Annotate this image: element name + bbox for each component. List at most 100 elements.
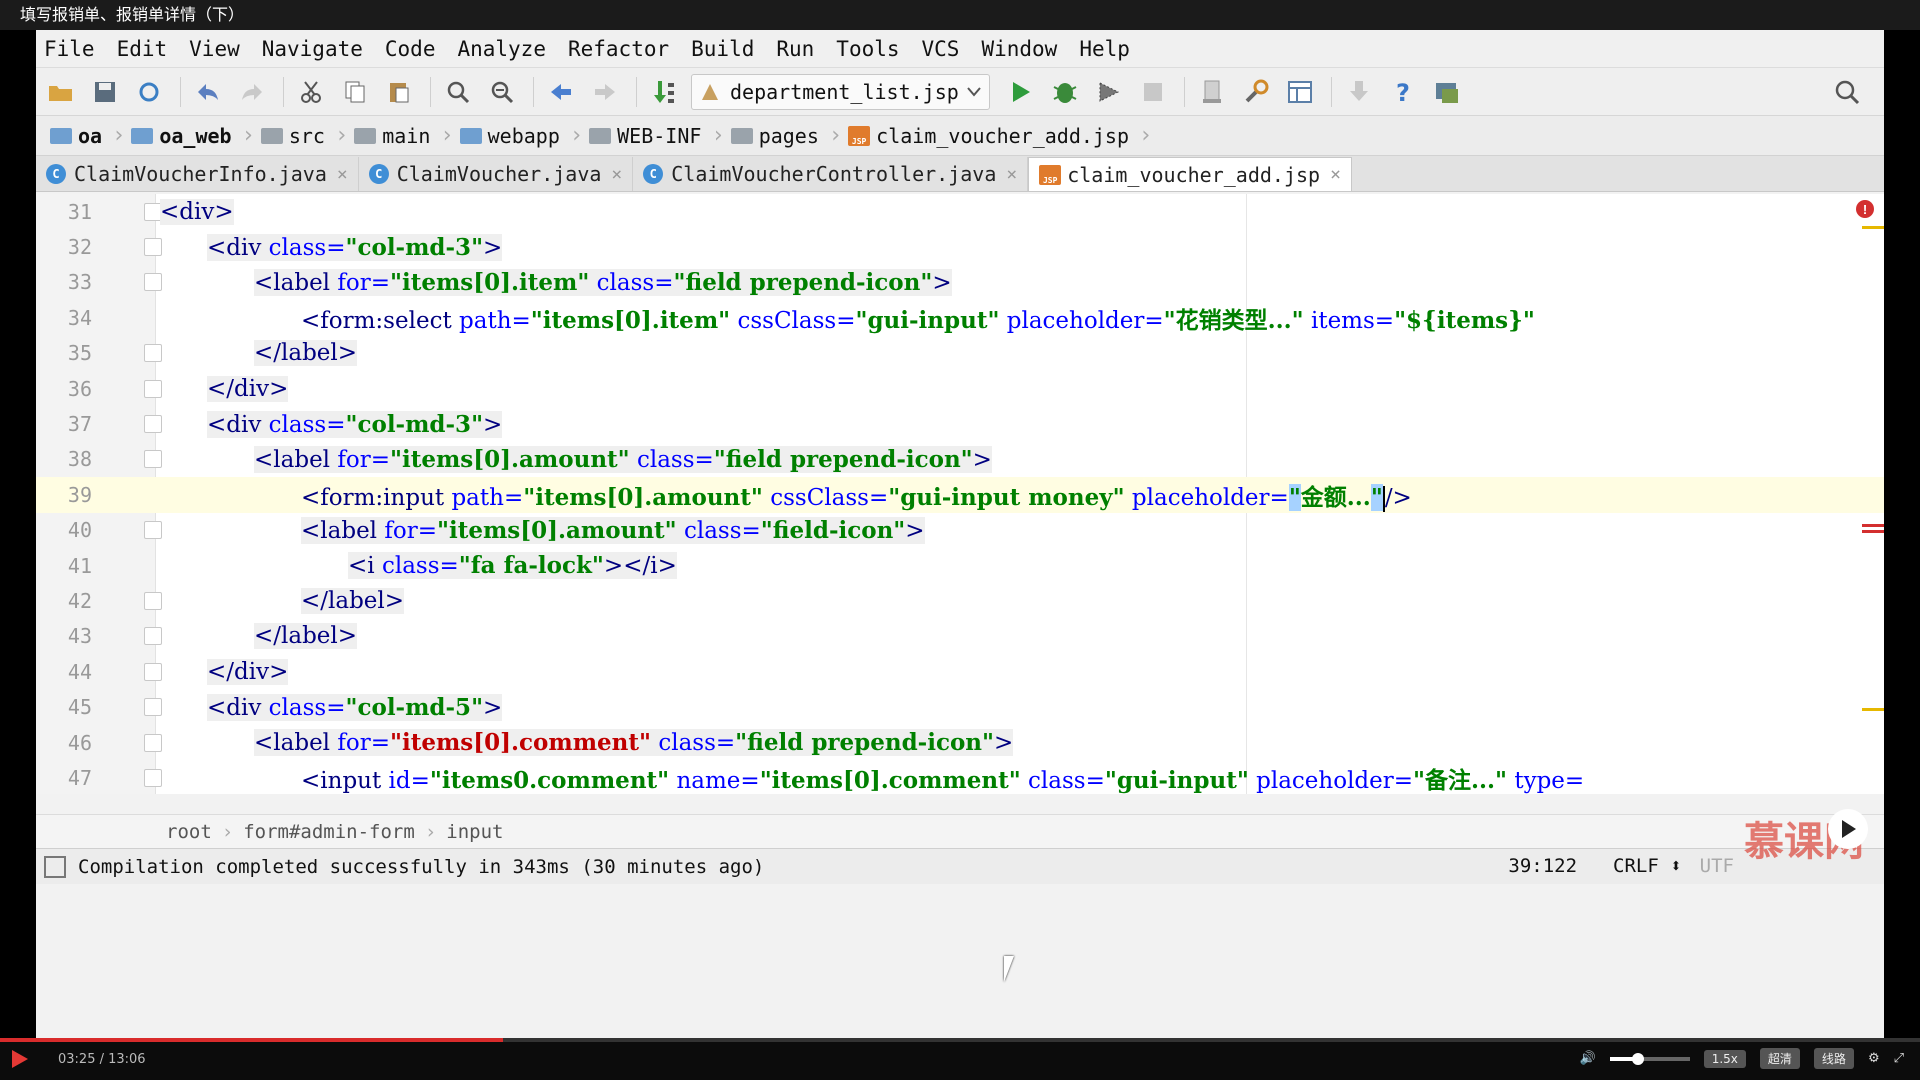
code-line[interactable]: 36 </div>	[36, 371, 1884, 406]
menu-run[interactable]: Run	[776, 37, 814, 61]
search-icon[interactable]	[1830, 75, 1864, 109]
menu-help[interactable]: Help	[1079, 37, 1130, 61]
code-line[interactable]: 35 </label>	[36, 336, 1884, 371]
code-line[interactable]: 33 <label for="items[0].item" class="fie…	[36, 265, 1884, 300]
forward-icon[interactable]	[588, 75, 622, 109]
stop-icon[interactable]	[1136, 75, 1170, 109]
menu-view[interactable]: View	[189, 37, 240, 61]
tool-windows-icon[interactable]	[44, 855, 66, 878]
status-message[interactable]: Compilation completed successfully in 34…	[78, 856, 764, 878]
tab-claimvoucherinfo[interactable]: C ClaimVoucherInfo.java ×	[36, 157, 359, 191]
code-line[interactable]: 34 <form:select path="items[0].item" css…	[36, 300, 1884, 335]
quality-button[interactable]: 超清	[1759, 1048, 1800, 1069]
menu-file[interactable]: File	[44, 37, 95, 61]
tab-claim-voucher-add[interactable]: JSP claim_voucher_add.jsp ×	[1028, 157, 1352, 191]
menu-refactor[interactable]: Refactor	[568, 37, 669, 61]
code-line[interactable]: 38 <label for="items[0].amount" class="f…	[36, 442, 1884, 477]
breadcrumb-webapp[interactable]: webapp ›	[459, 123, 583, 148]
menu-navigate[interactable]: Navigate	[262, 37, 363, 61]
breadcrumb-main[interactable]: main ›	[354, 123, 454, 148]
breadcrumb-web-inf[interactable]: WEB-INF ›	[589, 123, 725, 148]
code-line[interactable]: 40 <label for="items[0].amount" class="f…	[36, 513, 1884, 548]
code-line[interactable]: 41 <i class="fa fa-lock"></i>	[36, 548, 1884, 583]
code-line[interactable]: 45 <div class="col-md-5">	[36, 689, 1884, 724]
menu-vcs[interactable]: VCS	[922, 37, 960, 61]
speed-button[interactable]: 1.5x	[1703, 1049, 1746, 1068]
run-icon[interactable]	[1004, 75, 1038, 109]
attach-icon[interactable]	[1195, 75, 1229, 109]
find-icon[interactable]	[441, 75, 475, 109]
close-icon[interactable]: ×	[337, 164, 348, 185]
volume-slider[interactable]	[1609, 1052, 1690, 1065]
settings-icon[interactable]	[1239, 75, 1273, 109]
code-breadcrumb-item[interactable]: root	[166, 821, 212, 843]
redo-icon[interactable]	[235, 75, 269, 109]
fold-marker-icon[interactable]	[144, 662, 162, 681]
breadcrumb-pages[interactable]: pages ›	[730, 123, 842, 148]
breadcrumb-oa-web[interactable]: oa_web ›	[131, 123, 255, 148]
code-breadcrumb-item[interactable]: form#admin-form	[243, 821, 415, 843]
play-icon[interactable]	[12, 1050, 28, 1068]
help-icon[interactable]: ?	[1386, 75, 1420, 109]
fold-marker-icon[interactable]	[144, 733, 162, 752]
route-button[interactable]: 线路	[1813, 1048, 1854, 1069]
database-icon[interactable]	[1430, 75, 1464, 109]
make-icon[interactable]	[647, 75, 681, 109]
fold-marker-icon[interactable]	[144, 698, 162, 717]
fold-marker-icon[interactable]	[144, 344, 162, 363]
menu-tools[interactable]: Tools	[836, 37, 899, 61]
settings-icon[interactable]: ⚙	[1868, 1051, 1880, 1066]
fold-marker-icon[interactable]	[144, 591, 162, 610]
paste-icon[interactable]	[382, 75, 416, 109]
code-line[interactable]: 43 </label>	[36, 619, 1884, 654]
current-code-line[interactable]: 39 <form:input path="items[0].amount" cs…	[36, 477, 1884, 513]
code-line[interactable]: 31 <div>	[36, 194, 1884, 229]
code-editor[interactable]: ! 31 <div> 32 <div class="col-md-3"> 33 …	[36, 194, 1884, 794]
file-encoding[interactable]: UTF	[1700, 855, 1734, 877]
video-overlay-play-button[interactable]	[1828, 809, 1868, 849]
replace-icon[interactable]	[485, 75, 519, 109]
menu-code[interactable]: Code	[385, 37, 436, 61]
save-icon[interactable]	[88, 75, 122, 109]
copy-icon[interactable]	[338, 75, 372, 109]
back-icon[interactable]	[544, 75, 578, 109]
open-icon[interactable]	[44, 75, 78, 109]
code-line[interactable]: 44 </div>	[36, 654, 1884, 689]
fold-marker-icon[interactable]	[144, 238, 162, 257]
menu-window[interactable]: Window	[981, 37, 1057, 61]
code-breadcrumb-item[interactable]: input	[446, 821, 503, 843]
code-line[interactable]: 46 <label for="items[0].comment" class="…	[36, 725, 1884, 760]
menu-edit[interactable]: Edit	[117, 37, 168, 61]
coverage-icon[interactable]	[1092, 75, 1126, 109]
fold-marker-icon[interactable]	[144, 450, 162, 469]
code-line[interactable]: 37 <div class="col-md-3">	[36, 406, 1884, 441]
code-line[interactable]: 42 </label>	[36, 583, 1884, 618]
close-icon[interactable]: ×	[1006, 164, 1017, 185]
tab-claimvouchercontroller[interactable]: C ClaimVoucherController.java ×	[633, 157, 1029, 191]
volume-knob[interactable]	[1631, 1052, 1644, 1065]
code-line[interactable]: 47 <input id="items0.comment" name="item…	[36, 760, 1884, 794]
close-icon[interactable]: ×	[1330, 164, 1341, 185]
code-line[interactable]: 32 <div class="col-md-3">	[36, 229, 1884, 264]
line-separator[interactable]: CRLF ⬍	[1595, 855, 1682, 877]
cut-icon[interactable]	[294, 75, 328, 109]
debug-icon[interactable]	[1048, 75, 1082, 109]
close-icon[interactable]: ×	[611, 164, 622, 185]
cursor-position[interactable]: 39:122	[1508, 855, 1577, 877]
update-icon[interactable]	[1342, 75, 1376, 109]
volume-icon[interactable]: 🔊	[1580, 1051, 1596, 1066]
fold-marker-icon[interactable]	[144, 627, 162, 646]
fold-marker-icon[interactable]	[144, 415, 162, 434]
video-progress-bar[interactable]	[0, 1038, 1920, 1042]
sync-icon[interactable]	[132, 75, 166, 109]
tab-claimvoucher[interactable]: C ClaimVoucher.java ×	[359, 157, 634, 191]
fold-marker-icon[interactable]	[144, 273, 162, 292]
fold-marker-icon[interactable]	[144, 379, 162, 398]
fold-marker-icon[interactable]	[144, 521, 162, 540]
breadcrumb-file[interactable]: JSP claim_voucher_add.jsp ›	[848, 123, 1152, 148]
breadcrumb-oa[interactable]: oa ›	[50, 123, 125, 148]
fold-marker-icon[interactable]	[144, 768, 162, 787]
undo-icon[interactable]	[191, 75, 225, 109]
run-configuration-select[interactable]: department_list.jsp	[691, 73, 990, 110]
menu-analyze[interactable]: Analyze	[457, 37, 546, 61]
